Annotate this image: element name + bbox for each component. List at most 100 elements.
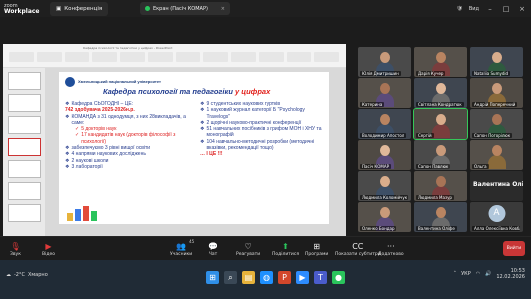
participant-tile[interactable]: Сапон Павлюк (414, 140, 467, 170)
slide-thumbnail[interactable] (8, 116, 41, 134)
participant-tile[interactable]: Світлана Кондратюк (414, 78, 467, 108)
video-button[interactable]: ▶ Відео (42, 239, 55, 259)
zoom-logo: zoom Workplace (0, 3, 44, 14)
slide-thumbnail[interactable] (8, 182, 41, 200)
close-icon[interactable]: × (221, 6, 225, 12)
shield-icon[interactable]: 🛡 (457, 6, 463, 12)
slide-bullet-item: ❖ 51 навчальних посібників з грифом МОН і… (200, 126, 324, 139)
teams-icon[interactable]: T (314, 271, 327, 284)
view-button[interactable]: Вид (469, 6, 479, 12)
participant-tile-avatar[interactable]: A Алла Олексіївна Ковбан (470, 202, 523, 232)
participant-tile-name-only[interactable]: Валентина Олі... (470, 171, 523, 201)
slide-bullet-text: 104 навчально-методичні розробки (методи… (206, 138, 315, 152)
participant-tile[interactable]: Сергій (413, 108, 468, 140)
participant-tile[interactable]: Пасіч КОМАР (358, 140, 411, 170)
share-button[interactable]: ⬆ Поділитися (272, 239, 299, 259)
slide-bullet-item: ❖ КОМАНДА з 31 однодумця, з них 28виклада… (65, 114, 189, 127)
chrome-icon[interactable]: ● (332, 271, 345, 284)
captions-icon: CC (352, 241, 364, 251)
participant-tile[interactable]: Андрій Поперечний (470, 78, 523, 108)
windows-start-icon[interactable]: ⊞ (206, 271, 219, 284)
participant-tile[interactable]: Володимир Апостол (358, 109, 411, 139)
participant-tile[interactable]: Людмила Коломійчук (358, 171, 411, 201)
volume-icon[interactable]: 🔊 (485, 271, 491, 277)
temperature: -2°C (14, 272, 25, 278)
avatar: A (488, 205, 505, 222)
participant-tile[interactable]: Дарія Кучер (414, 47, 467, 77)
slide-thumbnail-selected[interactable] (8, 138, 41, 156)
powerpoint-icon[interactable]: P (278, 271, 291, 284)
audio-button[interactable]: 🎙 Звук (10, 239, 21, 259)
participant-tile[interactable]: Nataliia Sumydid (470, 47, 523, 77)
sharing-indicator-icon (145, 6, 150, 11)
slide-bullet-item: ✓ 17 кандидатів наук (докторів філософії … (65, 132, 189, 145)
participant-tile[interactable]: Сапон Погорілюк (470, 109, 523, 139)
more-icon: ··· (387, 241, 395, 251)
wifi-icon[interactable]: ◠ (476, 271, 480, 277)
slide-thumbnail[interactable] (8, 160, 41, 178)
participant-label: Валентина Оліфе (416, 226, 457, 231)
participants-icon: 👥 (176, 241, 187, 251)
apps-icon: ⊞ (313, 241, 320, 251)
zoom-icon[interactable]: ▶ (296, 271, 309, 284)
participant-tile[interactable]: Ольга (470, 140, 523, 170)
participant-label: Світлана Кондратюк (416, 102, 464, 107)
maximize-button[interactable]: □ (501, 5, 511, 13)
participant-tile[interactable]: Валентина Оліфе (414, 202, 467, 232)
tab-conference[interactable]: ▣ Конференція (50, 1, 109, 16)
participant-tile[interactable]: Оленко Бондар (358, 202, 411, 232)
slide-bullet-item: ❖ 104 навчально-методичні розробки (метод… (200, 139, 324, 152)
search-icon[interactable]: ⌕ (224, 271, 237, 284)
slide-thumbnail[interactable] (8, 94, 41, 112)
ppt-window-title: Кафедра психології та педагогіки у цифра… (83, 46, 173, 50)
more-label: Додатково (378, 251, 404, 257)
ribbon-tools (9, 52, 339, 64)
chevron-up-icon[interactable]: ˄ (454, 271, 457, 277)
react-button[interactable]: ♡ Реагувати (236, 239, 260, 259)
participant-label: Андрій Поперечний (472, 102, 518, 107)
browser-icon[interactable]: ◍ (260, 271, 273, 284)
slide-thumbnail[interactable] (8, 204, 41, 222)
slide-bullet-text: … І ЦЕ !!! (200, 151, 223, 158)
chat-button[interactable]: 💬 Чат (208, 239, 218, 259)
close-window-button[interactable]: × (517, 5, 527, 13)
apps-button[interactable]: ⊞ Програми (305, 239, 328, 259)
minimize-button[interactable]: – (485, 5, 495, 13)
file-explorer-icon[interactable]: ▤ (242, 271, 255, 284)
slide-bullet-text: КОМАНДА з 31 однодумця, з них 28викладач… (71, 113, 186, 126)
participant-label: Пасіч КОМАР (360, 164, 391, 169)
slide-thumbnail[interactable] (8, 72, 41, 90)
leave-label: Вийти (506, 246, 522, 251)
participant-tile[interactable]: Людмила Мазур (414, 171, 467, 201)
slide-canvas: Хмельницький національний університет Ка… (45, 68, 346, 236)
window-controls: 🛡 Вид – □ × (457, 2, 528, 15)
powerpoint-ribbon: Кафедра психології та педагогіки у цифра… (3, 44, 346, 68)
slide-bullet-text: 51 навчальних посібників з грифом МОН і … (206, 126, 322, 139)
participants-button[interactable]: 👥 45 Учасники (170, 239, 194, 259)
slide-right-column: ❖ 9 студентських наукових гуртків ❖ 1 науко… (200, 101, 324, 158)
captions-button[interactable]: CC Показати субтитри (335, 239, 381, 259)
leave-button[interactable]: Вийти (503, 241, 525, 256)
participant-label: Катерина (360, 102, 385, 107)
meeting-toolbar: 🎙 Звук ▶ Відео 👥 45 Учасники 💬 Чат ♡ Реа… (0, 236, 531, 260)
decorative-chart-icon (67, 206, 97, 221)
tab-shared-screen[interactable]: Екран (Пасіч КОМАР) × (140, 2, 230, 15)
more-button[interactable]: ··· Додатково (378, 239, 404, 259)
apps-label: Програми (305, 251, 329, 257)
taskbar-apps: ⊞ ⌕ ▤ ◍ P ▶ T ● (206, 271, 345, 284)
language-indicator[interactable]: УКР (461, 271, 471, 277)
chat-icon: 💬 (208, 241, 218, 251)
slide-title: Кафедра психології та педагогіки у цифра… (103, 87, 270, 96)
participant-video-icon (431, 114, 450, 138)
captions-label: Показати субтитри (335, 251, 381, 257)
slide-bullet-text: 17 кандидатів наук (докторів філософії з… (81, 132, 176, 145)
participant-tile[interactable]: Катерина (358, 78, 411, 108)
title-bar: zoom Workplace ▣ Конференція (0, 0, 531, 17)
participant-tile[interactable]: Юлія Дмитришин (358, 47, 411, 77)
bullet-icon: ❖ (200, 126, 205, 133)
clock[interactable]: 10:53 12.02.2026 (496, 268, 525, 280)
weather-status: Хмарно (27, 272, 48, 278)
weather-widget[interactable]: ☁ -2°C Хмарно (6, 272, 48, 278)
slide-bullet-item: ❖ 3 лабораторії (65, 164, 189, 170)
share-screen-icon: ⬆ (282, 241, 289, 251)
